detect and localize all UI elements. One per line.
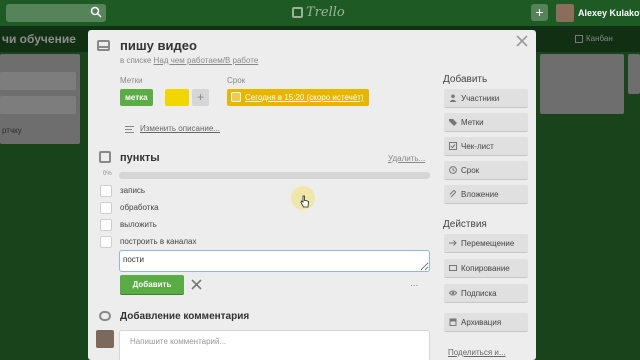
due-text: Сегодня в 15:20 (скоро истечёт) — [245, 93, 364, 102]
progress-bar — [119, 172, 430, 179]
button-label: Срок — [461, 166, 480, 175]
due-checkbox[interactable] — [231, 92, 241, 102]
item-text[interactable]: выложить — [120, 220, 157, 229]
add-item-button[interactable]: Добавить — [120, 275, 184, 294]
checklist-item[interactable]: построить в каналах — [100, 236, 430, 250]
add-heading: Добавить — [443, 74, 488, 85]
item-text[interactable]: запись — [120, 186, 145, 195]
comment-input[interactable]: Напишите комментарий... — [119, 330, 430, 360]
button-label: Чек-лист — [461, 142, 494, 151]
due-date-button[interactable]: Срок — [444, 161, 528, 180]
add-label-button[interactable]: + — [192, 89, 209, 106]
button-label: Архивация — [461, 318, 502, 327]
eye-icon — [449, 290, 457, 296]
checklist-item[interactable]: обработка — [100, 202, 430, 216]
item-checkbox[interactable] — [100, 219, 112, 231]
actions-heading: Действия — [443, 219, 487, 230]
person-icon — [449, 94, 457, 102]
checklist-item[interactable]: выложить — [100, 219, 430, 233]
logo-text: Trello — [306, 5, 345, 20]
label-yellow[interactable] — [165, 89, 189, 106]
subscribe-button[interactable]: Подписка — [444, 284, 528, 303]
close-icon[interactable] — [516, 35, 528, 47]
search-icon — [90, 6, 102, 18]
label-green[interactable]: метка — [120, 89, 153, 106]
button-label: Вложение — [461, 190, 499, 199]
button-label: Копирование — [461, 264, 510, 273]
list-link[interactable]: Над чем работаем/В работе — [154, 56, 259, 65]
share-link[interactable]: Поделиться и... — [448, 348, 506, 357]
comment-icon — [99, 311, 111, 321]
attachment-button[interactable]: Вложение — [444, 185, 528, 204]
clock-icon — [449, 166, 457, 174]
button-label: Перемещение — [461, 239, 515, 248]
comment-placeholder: Напишите комментарий... — [130, 337, 227, 346]
progress-percent: 0% — [103, 171, 112, 177]
close-icon[interactable] — [191, 279, 202, 290]
user-name[interactable]: Alexey Kulakov — [578, 8, 640, 18]
in-list-prefix: в списке — [120, 56, 152, 65]
members-button[interactable]: Участники — [444, 89, 528, 108]
edit-description-link[interactable]: Изменить описание... — [140, 124, 220, 133]
delete-checklist-link[interactable]: Удалить... — [388, 154, 425, 163]
archive-button[interactable]: Архивация — [444, 313, 528, 332]
top-bar: Trello + Alexey Kulakov — [0, 0, 640, 26]
copy-button[interactable]: Копирование — [444, 259, 528, 278]
item-checkbox[interactable] — [100, 202, 112, 214]
item-checkbox[interactable] — [100, 236, 112, 248]
move-button[interactable]: Перемещение — [444, 234, 528, 253]
labels-heading: Метки — [120, 76, 143, 85]
card-title[interactable]: пишу видео — [120, 38, 197, 53]
checklist-icon — [449, 142, 457, 150]
item-text[interactable]: построить в каналах — [120, 237, 196, 246]
due-heading: Срок — [227, 76, 246, 85]
more-options-button[interactable]: ... — [410, 278, 418, 289]
trello-logo[interactable]: Trello — [292, 5, 345, 20]
labels-button[interactable]: Метки — [444, 113, 528, 132]
in-list-text: в списке Над чем работаем/В работе — [120, 56, 258, 65]
tag-icon — [449, 119, 457, 126]
item-text[interactable]: обработка — [120, 203, 159, 212]
avatar — [96, 330, 114, 348]
arrow-right-icon — [449, 240, 457, 246]
item-checkbox[interactable] — [100, 185, 112, 197]
archive-icon — [449, 318, 457, 326]
paperclip-icon — [449, 190, 456, 198]
checklist-title[interactable]: пункты — [120, 152, 160, 164]
checklist-icon — [99, 151, 111, 163]
new-item-input[interactable]: пости — [119, 250, 430, 272]
button-label: Метки — [461, 118, 484, 127]
hand-cursor-icon — [300, 195, 309, 208]
card-icon — [97, 40, 110, 51]
button-label: Подписка — [461, 289, 497, 298]
create-button[interactable]: + — [531, 4, 548, 21]
due-date-badge[interactable]: Сегодня в 15:20 (скоро истечёт) — [227, 89, 369, 106]
description-icon — [125, 126, 134, 133]
search-input[interactable] — [6, 4, 106, 22]
copy-icon — [449, 265, 457, 271]
checklist-button[interactable]: Чек-лист — [444, 137, 528, 156]
board-icon — [292, 7, 303, 18]
avatar[interactable] — [556, 4, 574, 22]
comment-heading: Добавление комментария — [120, 311, 250, 322]
checklist-item[interactable]: запись — [100, 185, 430, 199]
button-label: Участники — [461, 94, 500, 103]
